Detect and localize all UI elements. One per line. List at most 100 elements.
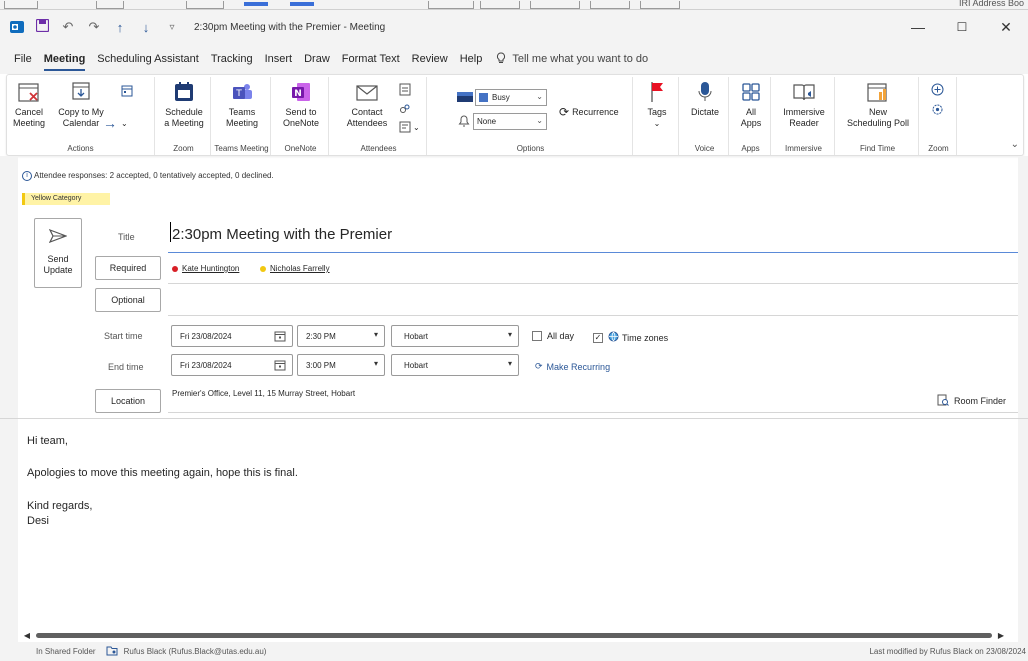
body-line[interactable]: Apologies to move this meeting again, ho… xyxy=(27,467,298,479)
end-time-value: 3:00 PM xyxy=(306,360,336,370)
teams-meeting-label: Teams Meeting xyxy=(225,107,259,128)
group-label-find-time: Find Time xyxy=(859,144,896,153)
start-time-label: Start time xyxy=(104,331,143,341)
close-button[interactable]: ✕ xyxy=(984,10,1028,44)
ribbon-group-tags: Tags ⌄ xyxy=(635,77,679,155)
attendee-chip[interactable]: Kate Huntington xyxy=(172,264,239,273)
start-timezone-select[interactable]: Hobart ▾ xyxy=(391,325,519,347)
ribbon-group-immersive: Immersive Reader Immersive xyxy=(773,77,835,155)
group-label-zoom: Zoom xyxy=(173,144,194,153)
group-label-immersive: Immersive xyxy=(785,144,822,153)
recurrence-button[interactable]: ⟳ Recurrence xyxy=(559,105,619,119)
undo-icon[interactable]: ↶ xyxy=(60,19,76,35)
customize-quick-access-icon[interactable]: ▿ xyxy=(164,22,180,33)
show-as-select[interactable]: Busy ⌄ xyxy=(475,89,547,106)
immersive-reader-label: Immersive Reader xyxy=(783,107,825,128)
cancel-meeting-button[interactable]: Cancel Meeting xyxy=(11,79,47,129)
dropdown-triangle-icon: ▾ xyxy=(373,359,378,368)
maximize-button[interactable]: ☐ xyxy=(940,10,984,44)
microphone-icon xyxy=(693,79,717,105)
ghost-box xyxy=(96,1,124,9)
tab-file[interactable]: File xyxy=(8,44,38,74)
save-icon[interactable] xyxy=(34,18,50,35)
tab-tracking[interactable]: Tracking xyxy=(205,44,259,74)
last-modified: Last modified by Rufus Black on 23/08/20… xyxy=(869,647,1026,656)
send-update-button[interactable]: Send Update xyxy=(34,218,82,288)
time-zones-checkbox[interactable]: ✓ Time zones xyxy=(593,331,668,344)
end-date-input[interactable]: Fri 23/08/2024 xyxy=(171,354,293,376)
response-options-icon[interactable]: ⌄ xyxy=(399,121,420,133)
recurrence-label: Recurrence xyxy=(572,107,619,117)
tab-help[interactable]: Help xyxy=(454,44,489,74)
required-button[interactable]: Required xyxy=(95,256,161,280)
copy-to-calendar-button[interactable]: Copy to My Calendar xyxy=(51,79,111,129)
zoom-add-icon[interactable] xyxy=(931,83,944,96)
send-update-label: Send Update xyxy=(43,254,73,275)
shared-folder-text: In Shared Folder xyxy=(36,647,96,656)
make-recurring-link[interactable]: ⟳ Make Recurring xyxy=(535,361,610,372)
address-book-icon[interactable] xyxy=(399,83,411,96)
tell-me-search[interactable]: Tell me what you want to do xyxy=(496,51,649,67)
send-icon xyxy=(48,228,68,246)
tab-meeting[interactable]: Meeting xyxy=(38,44,92,74)
all-apps-button[interactable]: All Apps xyxy=(735,79,767,129)
reminder-select[interactable]: None ⌄ xyxy=(473,113,547,130)
scroll-right-icon[interactable]: ▶ xyxy=(996,631,1006,640)
start-date-input[interactable]: Fri 23/08/2024 xyxy=(171,325,293,347)
optional-button[interactable]: Optional xyxy=(95,288,161,312)
body-line[interactable]: Kind regards, xyxy=(27,500,92,512)
teams-meeting-button[interactable]: T Teams Meeting xyxy=(217,79,267,129)
scroll-thumb[interactable] xyxy=(36,632,992,638)
title-bar: ↶ ↷ ↑ ↓ ▿ 2:30pm Meeting with the Premie… xyxy=(0,10,1028,44)
all-day-checkbox[interactable]: All day xyxy=(532,331,574,341)
calendar-view-icon[interactable] xyxy=(121,85,133,97)
tab-scheduling-assistant[interactable]: Scheduling Assistant xyxy=(91,44,205,74)
checkbox-checked: ✓ xyxy=(593,332,603,343)
body-line[interactable]: Hi team, xyxy=(27,435,68,447)
forward-button[interactable]: → ⌄ xyxy=(103,115,128,131)
ribbon-group-actions: Cancel Meeting Copy to My Calendar → ⌄ A… xyxy=(7,77,155,155)
location-button[interactable]: Location xyxy=(95,389,161,413)
immersive-reader-button[interactable]: Immersive Reader xyxy=(777,79,831,129)
attendee-chip[interactable]: Nicholas Farrelly xyxy=(260,264,330,273)
tab-format-text[interactable]: Format Text xyxy=(336,44,406,74)
start-time-value: 2:30 PM xyxy=(306,331,336,341)
schedule-zoom-meeting-button[interactable]: Schedule a Meeting xyxy=(161,79,207,129)
location-input[interactable]: Premier's Office, Level 11, 15 Murray St… xyxy=(172,389,355,398)
tags-button[interactable]: Tags ⌄ xyxy=(639,79,675,129)
reminder-row: None ⌄ xyxy=(457,113,547,130)
end-date-value: Fri 23/08/2024 xyxy=(180,360,232,370)
ribbon-group-attendees: Contact Attendees ⌄ Attendees xyxy=(331,77,427,155)
up-arrow-icon[interactable]: ↑ xyxy=(112,20,128,35)
tab-insert[interactable]: Insert xyxy=(259,44,299,74)
zoom-settings-icon[interactable] xyxy=(931,103,944,116)
room-finder-button[interactable]: Room Finder xyxy=(937,394,1006,408)
end-timezone-select[interactable]: Hobart ▾ xyxy=(391,354,519,376)
send-to-onenote-button[interactable]: N Send to OneNote xyxy=(277,79,325,129)
body-line[interactable]: Desi xyxy=(27,515,49,527)
tab-draw[interactable]: Draw xyxy=(298,44,336,74)
busy-swatch xyxy=(479,93,488,102)
down-arrow-icon[interactable]: ↓ xyxy=(138,20,154,35)
title-input[interactable]: 2:30pm Meeting with the Premier xyxy=(172,226,392,243)
scroll-left-icon[interactable]: ◀ xyxy=(22,631,32,640)
chevron-down-icon: ⌄ xyxy=(653,119,661,128)
dictate-label: Dictate xyxy=(690,107,719,117)
dictate-button[interactable]: Dictate xyxy=(685,79,725,118)
contact-attendees-button[interactable]: Contact Attendees xyxy=(341,79,393,129)
tell-me-text: Tell me what you want to do xyxy=(512,53,649,65)
chevron-down-icon: ⌄ xyxy=(536,92,543,101)
ribbon-collapse-icon[interactable]: ⌄ xyxy=(1011,139,1019,150)
ghost-box xyxy=(4,1,38,9)
start-time-select[interactable]: 2:30 PM ▾ xyxy=(297,325,385,347)
end-time-select[interactable]: 3:00 PM ▾ xyxy=(297,354,385,376)
new-scheduling-poll-button[interactable]: New Scheduling Poll xyxy=(841,79,915,129)
copy-to-calendar-label: Copy to My Calendar xyxy=(58,107,104,128)
check-names-icon[interactable] xyxy=(399,103,411,115)
teams-icon: T xyxy=(230,79,254,105)
group-label-apps: Apps xyxy=(741,144,760,153)
horizontal-scrollbar[interactable]: ◀ ▶ xyxy=(22,630,1006,640)
minimize-button[interactable]: — xyxy=(896,10,940,44)
redo-icon[interactable]: ↷ xyxy=(86,19,102,35)
tab-review[interactable]: Review xyxy=(406,44,454,74)
